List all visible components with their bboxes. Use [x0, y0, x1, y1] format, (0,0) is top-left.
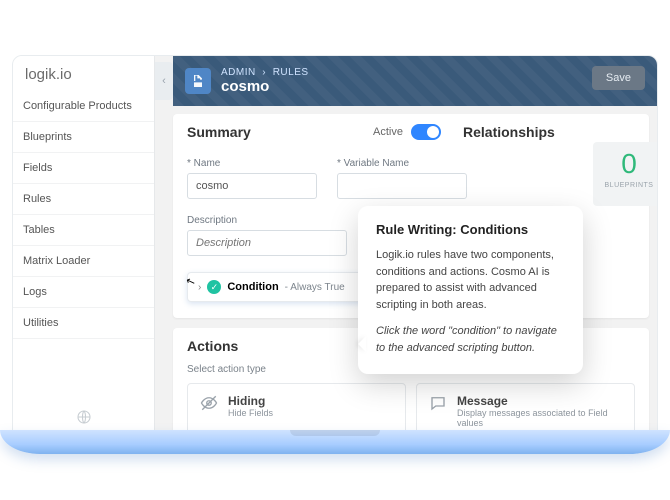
sidebar-item-tables[interactable]: Tables: [13, 215, 154, 246]
popover-body: Logik.io rules have two components, cond…: [376, 247, 565, 313]
condition-status-icon: ✓: [207, 280, 221, 294]
relationships-title: Relationships: [463, 124, 555, 140]
active-label: Active: [373, 126, 403, 138]
action-subtitle: Display messages associated to Field val…: [457, 408, 622, 428]
breadcrumb[interactable]: ADMIN › RULES: [221, 67, 309, 78]
condition-suffix: - Always True: [285, 282, 345, 293]
sidebar-item-configurable-products[interactable]: Configurable Products: [13, 91, 154, 122]
action-title: Hiding: [228, 394, 273, 408]
rules-app-icon: [185, 68, 211, 94]
description-input[interactable]: [187, 230, 347, 256]
name-label: * Name: [187, 158, 317, 169]
breadcrumb-root[interactable]: ADMIN: [221, 67, 256, 78]
brand-logo: logik.io: [13, 56, 154, 91]
sidebar-item-utilities[interactable]: Utilities: [13, 308, 154, 339]
sidebar: logik.io Configurable Products Blueprint…: [13, 56, 155, 434]
chevron-right-icon: ›: [198, 282, 201, 293]
description-field: Description: [187, 215, 347, 256]
breadcrumb-section[interactable]: RULES: [273, 67, 309, 78]
variable-name-input[interactable]: [337, 173, 467, 199]
popover-title: Rule Writing: Conditions: [376, 222, 565, 237]
active-toggle[interactable]: [411, 124, 441, 140]
sidebar-item-fields[interactable]: Fields: [13, 153, 154, 184]
sidebar-item-matrix-loader[interactable]: Matrix Loader: [13, 246, 154, 277]
cursor-icon: ↖: [184, 274, 197, 289]
action-subtitle: Hide Fields: [228, 408, 273, 418]
laptop-frame: logik.io Configurable Products Blueprint…: [12, 55, 658, 435]
save-button[interactable]: Save: [592, 66, 645, 90]
sidebar-item-rules[interactable]: Rules: [13, 184, 154, 215]
action-card-hiding[interactable]: Hiding Hide Fields: [187, 383, 406, 434]
name-field: * Name: [187, 158, 317, 199]
message-icon: [429, 394, 447, 412]
name-input[interactable]: [187, 173, 317, 199]
variable-name-label: * Variable Name: [337, 158, 467, 169]
topbar: ADMIN › RULES cosmo Save: [173, 56, 657, 106]
page-title: cosmo: [221, 78, 309, 95]
app-screen: logik.io Configurable Products Blueprint…: [13, 56, 657, 434]
sidebar-item-blueprints[interactable]: Blueprints: [13, 122, 154, 153]
action-title: Message: [457, 394, 622, 408]
laptop-base: [0, 430, 670, 454]
condition-row[interactable]: ↖ › ✓ Condition - Always True: [187, 272, 372, 302]
active-toggle-group: Active: [373, 124, 441, 140]
sidebar-collapse-button[interactable]: ‹: [155, 62, 173, 100]
metric-blueprints[interactable]: 0 BLUEPRINTS: [593, 142, 657, 206]
metric-value: 0: [593, 148, 657, 180]
metric-label: BLUEPRINTS: [593, 182, 657, 189]
tutorial-popover: Rule Writing: Conditions Logik.io rules …: [358, 206, 583, 374]
sidebar-item-logs[interactable]: Logs: [13, 277, 154, 308]
eye-off-icon: [200, 394, 218, 412]
globe-icon[interactable]: [13, 400, 155, 434]
action-card-message[interactable]: Message Display messages associated to F…: [416, 383, 635, 434]
variable-name-field: * Variable Name: [337, 158, 467, 199]
popover-hint: Click the word "condition" to navigate t…: [376, 323, 565, 356]
summary-title: Summary: [187, 124, 251, 140]
description-label: Description: [187, 215, 347, 226]
condition-label: Condition: [227, 281, 278, 293]
